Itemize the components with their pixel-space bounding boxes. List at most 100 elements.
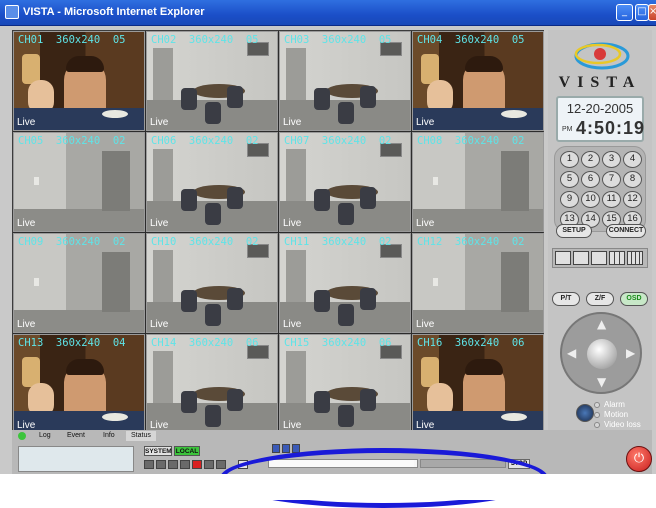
channel-key-11[interactable]: 11 bbox=[602, 191, 621, 208]
camera-status: Live bbox=[416, 218, 435, 229]
camera-status: Live bbox=[150, 218, 169, 229]
camera-tile[interactable]: CH16 360x240 06 Live bbox=[412, 334, 544, 434]
alarm-label: Alarm bbox=[604, 400, 625, 409]
layout-3x3-icon[interactable] bbox=[609, 251, 625, 265]
minimize-button[interactable]: _ bbox=[616, 4, 633, 21]
skip-forward-icon[interactable] bbox=[216, 460, 226, 469]
camera-tile[interactable]: CH08 360x240 02 Live bbox=[412, 132, 544, 232]
brand-name: VISTA bbox=[558, 74, 642, 91]
tab-info[interactable]: Info bbox=[98, 431, 120, 441]
clock-date: 12-20-2005 bbox=[566, 101, 634, 116]
browser-status-bar bbox=[0, 474, 656, 500]
camera-label: CH11 360x240 02 bbox=[284, 236, 392, 248]
channel-key-6[interactable]: 6 bbox=[581, 171, 600, 188]
camera-label: CH03 360x240 05 bbox=[284, 34, 392, 46]
camera-tile[interactable]: CH12 360x240 02 Live bbox=[412, 233, 544, 333]
split-view-icon[interactable] bbox=[272, 444, 280, 453]
log-panel bbox=[18, 446, 134, 472]
camera-label: CH10 360x240 02 bbox=[151, 236, 259, 248]
vista-logo-icon bbox=[574, 42, 630, 70]
title-bar: VISTA - Microsoft Internet Explorer _ □ … bbox=[0, 0, 656, 26]
record-icon[interactable] bbox=[192, 460, 202, 469]
camera-label: CH02 360x240 05 bbox=[151, 34, 259, 46]
channel-key-3[interactable]: 3 bbox=[602, 151, 621, 168]
layout-1plus5-icon[interactable] bbox=[573, 251, 589, 265]
camera-label: CH16 360x240 06 bbox=[417, 337, 525, 349]
channel-key-2[interactable]: 2 bbox=[581, 151, 600, 168]
camera-tile[interactable]: CH02 360x240 05 Live bbox=[146, 31, 278, 131]
rewind-icon[interactable] bbox=[156, 460, 166, 469]
camera-status: Live bbox=[17, 117, 36, 128]
camera-label: CH13 360x240 04 bbox=[18, 337, 126, 349]
camera-tile[interactable]: CH14 360x240 06 Live bbox=[146, 334, 278, 434]
video-loss-indicator-icon bbox=[594, 422, 600, 428]
power-button[interactable]: ⏻ bbox=[626, 446, 652, 472]
layout-1x1-icon[interactable] bbox=[555, 251, 571, 265]
camera-tile[interactable]: CH11 360x240 02 Live bbox=[279, 233, 411, 333]
local-button[interactable]: LOCAL bbox=[174, 446, 200, 456]
setup-button[interactable]: SETUP bbox=[556, 224, 592, 238]
camera-grid: CH01 360x240 05 Live CH02 360x240 05 Live CH… bbox=[12, 30, 544, 434]
camera-status: Live bbox=[416, 319, 435, 330]
channel-key-12[interactable]: 12 bbox=[623, 191, 642, 208]
channel-key-10[interactable]: 10 bbox=[581, 191, 600, 208]
camera-tile[interactable]: CH10 360x240 02 Live bbox=[146, 233, 278, 333]
channel-key-8[interactable]: 8 bbox=[623, 171, 642, 188]
channel-key-5[interactable]: 5 bbox=[560, 171, 579, 188]
camera-tile[interactable]: CH15 360x240 06 Live bbox=[279, 334, 411, 434]
camera-status: Live bbox=[416, 117, 435, 128]
camera-status: Live bbox=[416, 420, 435, 431]
layout-4x4-icon[interactable] bbox=[627, 251, 643, 265]
camera-label: CH14 360x240 06 bbox=[151, 337, 259, 349]
channel-key-4[interactable]: 4 bbox=[623, 151, 642, 168]
clock-display: 12-20-2005 PM 4:50:19 bbox=[556, 96, 644, 142]
camera-tile[interactable]: CH03 360x240 05 Live bbox=[279, 31, 411, 131]
tab-log[interactable]: Log bbox=[34, 431, 56, 441]
ptz-down-icon[interactable]: ▼ bbox=[597, 376, 606, 388]
system-button[interactable]: SYSTEM bbox=[144, 446, 172, 456]
camera-status: Live bbox=[17, 319, 36, 330]
layout-selector bbox=[552, 248, 648, 268]
window-title: VISTA - Microsoft Internet Explorer bbox=[23, 6, 205, 18]
camera-tile[interactable]: CH05 360x240 02 Live bbox=[13, 132, 145, 232]
ptz-center-icon[interactable] bbox=[587, 339, 617, 369]
channel-key-9[interactable]: 9 bbox=[560, 191, 579, 208]
pause-icon[interactable] bbox=[180, 460, 190, 469]
ptz-joystick[interactable]: ▲ ▼ ◀ ▶ bbox=[560, 312, 642, 394]
camera-tile[interactable]: CH06 360x240 02 Live bbox=[146, 132, 278, 232]
camera-tile[interactable]: CH09 360x240 02 Live bbox=[13, 233, 145, 333]
pan-tilt-button[interactable]: P/T bbox=[552, 292, 580, 306]
control-panel: VISTA 12-20-2005 PM 4:50:19 1 2 3 4 5 6 7 8 9 10 1… bbox=[548, 30, 652, 462]
camera-tile[interactable]: CH07 360x240 02 Live bbox=[279, 132, 411, 232]
skip-back-icon[interactable] bbox=[144, 460, 154, 469]
ptz-left-icon[interactable]: ◀ bbox=[567, 347, 576, 359]
tab-event[interactable]: Event bbox=[62, 431, 90, 441]
camera-status: Live bbox=[17, 218, 36, 229]
camera-status: Live bbox=[150, 319, 169, 330]
camera-tile[interactable]: CH13 360x240 04 Live bbox=[13, 334, 145, 434]
channel-key-7[interactable]: 7 bbox=[602, 171, 621, 188]
camera-label: CH07 360x240 02 bbox=[284, 135, 392, 147]
tab-status[interactable]: Status bbox=[126, 431, 156, 441]
camera-label: CH06 360x240 02 bbox=[151, 135, 259, 147]
layout-1plus7-icon[interactable] bbox=[591, 251, 607, 265]
camera-tile[interactable]: CH01 360x240 05 Live bbox=[13, 31, 145, 131]
camera-label: CH01 360x240 05 bbox=[18, 34, 126, 46]
tabs-status-icon bbox=[18, 432, 26, 440]
close-button[interactable]: × bbox=[648, 4, 656, 21]
ptz-right-icon[interactable]: ▶ bbox=[626, 347, 635, 359]
camera-tile[interactable]: CH04 360x240 05 Live bbox=[412, 31, 544, 131]
zoom-focus-button[interactable]: Z/F bbox=[586, 292, 614, 306]
camera-status: Live bbox=[283, 420, 302, 431]
browser-window: VISTA - Microsoft Internet Explorer _ □ … bbox=[0, 0, 656, 508]
osd-button[interactable]: OSD bbox=[620, 292, 648, 306]
connect-button[interactable]: CONNECT bbox=[606, 224, 646, 238]
quad-view-icon[interactable] bbox=[282, 444, 290, 453]
ptz-up-icon[interactable]: ▲ bbox=[597, 318, 606, 330]
channel-key-1[interactable]: 1 bbox=[560, 151, 579, 168]
play-icon[interactable] bbox=[168, 460, 178, 469]
fast-forward-icon[interactable] bbox=[204, 460, 214, 469]
maximize-button[interactable]: □ bbox=[635, 4, 649, 21]
camera-lens-icon[interactable] bbox=[576, 404, 594, 422]
camera-status: Live bbox=[283, 319, 302, 330]
